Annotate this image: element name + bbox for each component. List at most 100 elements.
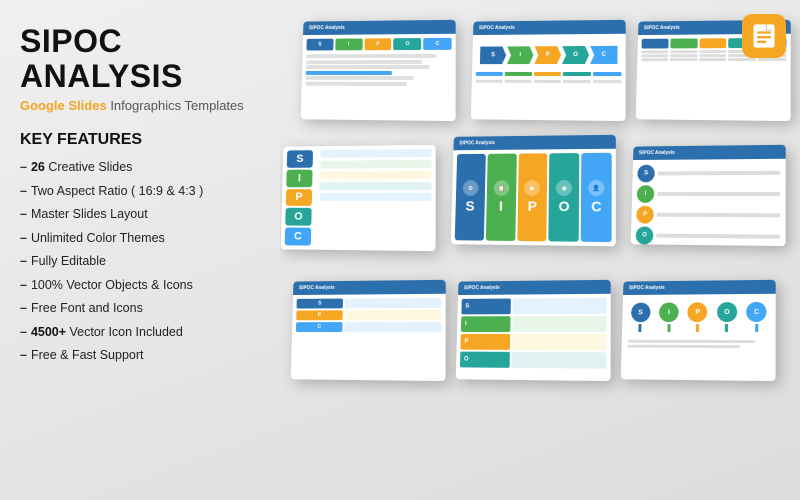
sipoc-p: P [364,38,392,50]
circle-line-4 [656,234,780,239]
slide-title-6: SIPOC Analysis [639,150,675,156]
row-8-2: I [461,316,607,332]
node-s-line [639,324,642,332]
arrow-p: P [534,46,561,64]
slide-header-2: SIPOC Analysis [473,20,626,35]
dash-icon: – [20,206,27,224]
node-i: I [659,302,679,332]
feature-item-7: – Free Font and Icons [20,300,260,318]
slide-preview-6: SIPOC Analysis S I P O [631,145,786,246]
col-3-3 [699,38,727,61]
c-block: C [296,322,343,332]
feature-text-2: Two Aspect Ratio ( 16:9 & 4:3 ) [31,183,203,201]
letter-s: S [287,150,313,167]
sipoc-i: I [335,38,362,50]
features-list: – 26 Creative Slides – Two Aspect Ratio … [20,159,260,365]
circle-row-4: O [636,226,781,246]
node-c: C [746,302,766,332]
google-slides-logo [742,14,786,58]
slide-title-1: SIPOC Analysis [309,25,345,31]
slide-header-7: SIPOC Analysis [293,280,446,295]
slide-header-6: SIPOC Analysis [633,145,786,160]
slide-9-body: S I P O C [622,294,776,340]
arrow-c: C [590,46,617,64]
slide-body-2: S I P O C [472,34,626,89]
node-o-circle: O [717,302,737,322]
slide-title-5: SIPOC Analysis [459,140,495,146]
letter-o: O [285,208,312,226]
feature-item-8: – 4500+ Vector Icon Included [20,324,260,342]
circle-line-2 [657,192,780,196]
slide-7-left: S P C [296,299,343,332]
feature-text-3: Master Slides Layout [31,206,148,224]
col-o: ◉ O [549,153,580,242]
slide-title-8: SIPOC Analysis [464,285,500,291]
circle-4: O [636,226,654,244]
feature-item-4: – Unlimited Color Themes [20,230,260,248]
slide-title-9: SIPOC Analysis [629,285,665,291]
feature-bold-1: 26 [31,160,45,174]
circle-line-3 [657,213,781,218]
arrow-row: S I P O C [476,40,622,70]
node-p: P [688,302,708,332]
letter-i: I [286,169,312,186]
feature-text-4: Unlimited Color Themes [31,230,165,248]
circle-row-1: S [637,164,780,183]
slide-title-7: SIPOC Analysis [299,285,335,291]
node-c-line [755,324,758,332]
features-heading: KEY FEATURES [20,131,260,149]
left-panel: SIPOC ANALYSIS Google Slides Infographic… [0,0,280,500]
col-p: ▶ P [517,153,548,241]
col-3-1 [641,39,668,62]
row-8-4: O [460,352,607,369]
dash-icon: – [20,230,27,248]
col-c: 👤 C [581,153,612,242]
slide-preview-1: SIPOC Analysis S I P O C [301,20,456,121]
circle-3: P [636,206,654,224]
letter-c: C [285,228,312,246]
slide-preview-5: SIPOC Analysis ⚙ S 📋 I ▶ P ◉ O [451,135,616,247]
feature-item-5: – Fully Editable [20,253,260,271]
slide-preview-9: SIPOC Analysis S I P O [621,280,776,381]
dash-icon: – [20,277,27,295]
feature-text-6: 100% Vector Objects & Icons [31,277,193,295]
arrow-i: I [507,46,534,64]
dash-icon: – [20,253,27,271]
slide-8-body: S I P O [456,294,611,373]
circle-2: I [637,185,655,203]
feature-item-2: – Two Aspect Ratio ( 16:9 & 4:3 ) [20,183,260,201]
node-c-circle: C [746,302,766,322]
slide-preview-4: S I P O C [281,145,436,251]
google-slides-icon [750,22,778,50]
col-i: 📋 I [486,154,517,241]
dash-icon: – [20,159,27,177]
node-p-circle: P [688,302,708,322]
slide-body-1: S I P O C [302,34,456,90]
circle-row-3: P [636,206,780,225]
node-s-circle: S [631,303,651,323]
sipoc-s: S [306,39,333,51]
p-block: P [296,310,343,320]
slide-4-content [315,145,436,251]
slide-preview-8: SIPOC Analysis S I P O [456,280,611,381]
letter-p: P [286,189,312,207]
slide-header-8: SIPOC Analysis [458,280,611,295]
o-rect: O [460,352,510,368]
dash-icon: – [20,300,27,318]
p-rect: P [460,334,510,350]
arrow-s: S [480,46,506,64]
sipoc-c: C [423,38,451,50]
row-8-1: S [461,298,606,315]
feature-item-6: – 100% Vector Objects & Icons [20,277,260,295]
node-i-line [667,324,670,332]
feature-text-8: Vector Icon Included [66,325,183,339]
subtitle-rest: Infographics Templates [110,98,243,113]
slide-header-5: SIPOC Analysis [453,135,615,150]
subtitle-google: Google Slides [20,98,107,113]
main-container: SIPOC ANALYSIS Google Slides Infographic… [0,0,800,500]
circle-line-1 [658,171,781,176]
col-3-2 [670,38,698,61]
slide-6-body: S I P O C [631,159,786,246]
slide-preview-2: SIPOC Analysis S I P O C [471,20,626,121]
feature-text-5: Fully Editable [31,253,106,271]
